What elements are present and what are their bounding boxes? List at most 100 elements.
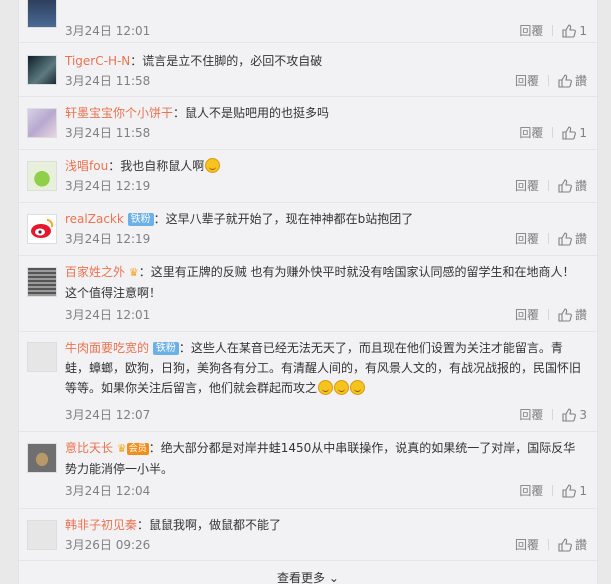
timestamp: 3月24日 12:01 [65,308,151,322]
comment-body: ：这里有正牌的反贼 也有为赚外快平时就没有啥国家认同感的留学生和在地商人！ [138,265,575,279]
user-name[interactable]: 百家姓之外 [65,265,125,279]
thumbs-up-icon [558,232,572,246]
like-button[interactable]: 讚 [558,230,587,247]
like-button[interactable]: 讚 [558,72,587,89]
timestamp: 3月24日 11:58 [65,74,151,88]
thumbs-up-icon [562,408,577,422]
avatar[interactable] [27,520,57,550]
timestamp: 3月24日 12:04 [65,484,151,498]
reply-button[interactable]: 回覆 [515,177,539,194]
thumbs-up-icon [558,538,572,552]
divider [547,233,549,244]
user-name[interactable]: 韩非子初见秦 [65,518,137,532]
reply-button[interactable]: 回覆 [515,306,539,323]
reply-button[interactable]: 回覆 [519,124,543,141]
comment-text: 牛肉面要吃宽的 铁粉 ：这些人在某音已经无法无天了，而且现在他们设置为关注才能留言… [65,338,585,398]
avatar[interactable] [27,342,57,372]
view-more-label: 查看更多 [277,571,326,584]
user-name[interactable]: 轩墨宝宝你个小饼干 [65,106,173,120]
list-item: 3月24日 12:01 回覆 1 [19,0,597,43]
comment-body: ：谎言是立不住脚的，必回不攻自破 [130,54,323,68]
crown-icon: ♛ [116,442,127,455]
comment-body: ：我也自称鼠人啊 [108,159,205,173]
reply-button[interactable]: 回覆 [519,22,543,39]
like-button[interactable]: 1 [562,484,587,498]
user-name[interactable]: realZackk [65,212,124,226]
comment-actions: 回覆 1 [519,22,587,39]
timestamp: 3月24日 11:58 [65,126,151,140]
divider [547,180,549,191]
divider [552,409,554,420]
comment-actions: 回覆 1 [519,124,587,141]
comment-text: TigerC-H-N：谎言是立不住脚的，必回不攻自破 [65,51,585,71]
comment-body-continued: 等等。如果你关注后留言，他们就会群起而攻之 [65,381,318,395]
laughing-emoji-icon [318,380,334,395]
comment-text: 轩墨宝宝你个小饼干：鼠人不是贴吧用的也挺多吗 [65,103,585,123]
thumbs-up-icon [558,179,572,193]
comment-actions: 回覆 1 [519,482,587,499]
divider [552,127,554,138]
avatar[interactable] [27,161,57,191]
avatar[interactable] [27,55,57,85]
user-name[interactable]: 意比天长 [65,441,113,455]
thumbs-up-icon [562,126,577,140]
list-item: 韩非子初见秦：鼠鼠我啊，做鼠都不能了 3月26日 09:26 回覆 讚 [19,509,597,561]
list-item: 浅唱fou：我也自称鼠人啊 3月24日 12:19 回覆 讚 [19,150,597,203]
user-name[interactable]: TigerC-H-N [65,54,130,68]
comment-actions: 回覆 讚 [515,306,587,323]
comment-text: 浅唱fou：我也自称鼠人啊 [65,156,585,176]
comment-body-continued: 这个值得注意啊！ [65,286,162,300]
comment-actions: 回覆 讚 [515,536,587,553]
reply-button[interactable]: 回覆 [515,536,539,553]
timestamp: 3月24日 12:01 [65,24,151,38]
like-count: 讚 [574,308,587,322]
list-item: realZackk 铁粉 ：这早八辈子就开始了，现在神神都在b站抱团了 3月24日… [19,203,597,256]
avatar[interactable] [27,443,57,473]
divider [547,309,549,320]
avatar[interactable] [27,267,57,297]
divider [552,25,554,36]
like-button[interactable]: 讚 [558,306,587,323]
comment-body: ：鼠人不是贴吧用的也挺多吗 [173,106,330,120]
like-count: 讚 [574,179,587,193]
reply-button[interactable]: 回覆 [519,482,543,499]
laughing-emoji-icon [350,380,366,395]
like-count: 讚 [574,74,587,88]
like-button[interactable]: 讚 [558,536,587,553]
thumbs-up-icon [562,24,577,38]
laughing-emoji-icon [205,158,221,173]
like-count: 1 [579,126,587,140]
comment-body-continued: 势力能消停一小半。 [65,462,174,476]
comment-body: ：鼠鼠我啊，做鼠都不能了 [137,518,282,532]
like-button[interactable]: 讚 [558,177,587,194]
like-count: 讚 [574,538,587,552]
fan-badge: 铁粉 [127,213,154,226]
like-button[interactable]: 3 [562,408,587,422]
view-more-button[interactable]: 查看更多 ⌄ [19,568,597,584]
user-name[interactable]: 牛肉面要吃宽的 [65,341,149,355]
list-item: TigerC-H-N：谎言是立不住脚的，必回不攻自破 3月24日 11:58 回… [19,43,597,97]
like-count: 3 [579,408,587,422]
avatar[interactable] [27,108,57,138]
user-name[interactable]: 浅唱fou [65,159,108,173]
divider [547,75,549,86]
list-item: 牛肉面要吃宽的 铁粉 ：这些人在某音已经无法无天了，而且现在他们设置为关注才能留言… [19,332,597,432]
reply-button[interactable]: 回覆 [515,230,539,247]
like-button[interactable]: 1 [562,126,587,140]
comment-body: ：这些人在某音已经无法无天了，而且现在他们设置为关注才能留言。青 [178,341,563,355]
like-count: 1 [579,484,587,498]
vip-badge: 会员 [126,443,149,455]
reply-button[interactable]: 回覆 [519,406,543,423]
reply-button[interactable]: 回覆 [515,72,539,89]
list-item: 百家姓之外 ♛：这里有正牌的反贼 也有为赚外快平时就没有啥国家认同感的留学生和在… [19,256,597,332]
comment-actions: 回覆 讚 [515,72,587,89]
avatar[interactable] [27,0,57,28]
timestamp: 3月24日 12:07 [65,408,151,422]
comment-body: ：绝大部分都是对岸井蛙1450从中串联操作，说真的如果统一了对岸，国际反华 [148,441,576,455]
like-button[interactable]: 1 [562,24,587,38]
comment-body-continued: 蛙，蟑螂，欧狗，日狗，美狗各有分工。有清醒人间的，有风景人文的，有战况战报的，民… [65,361,582,375]
avatar[interactable] [27,214,57,244]
timestamp: 3月24日 12:19 [65,232,151,246]
chevron-down-icon: ⌄ [328,571,339,584]
timestamp: 3月26日 09:26 [65,538,151,552]
